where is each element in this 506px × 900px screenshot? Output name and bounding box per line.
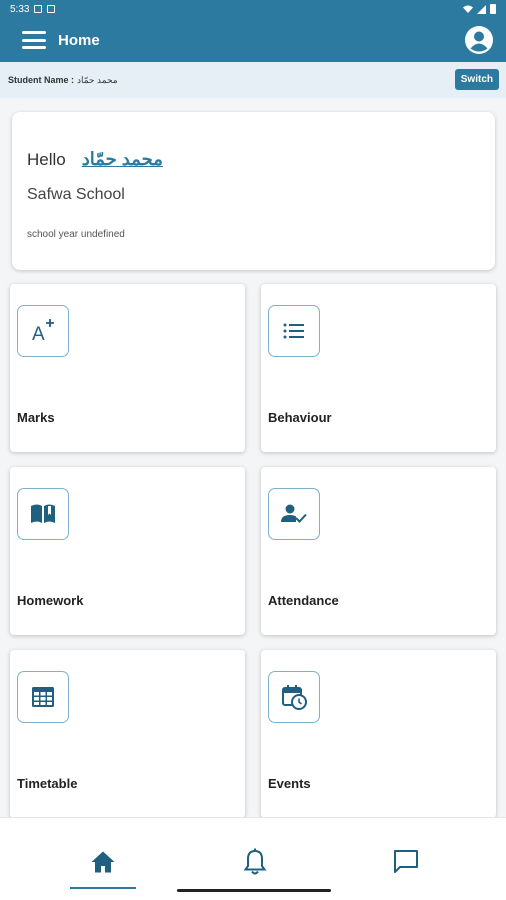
sd-card-icon xyxy=(34,5,43,13)
tile-marks[interactable]: A Marks xyxy=(10,284,245,452)
tile-label: Timetable xyxy=(17,776,78,791)
tile-behaviour[interactable]: Behaviour xyxy=(261,284,496,452)
status-time: 5:33 xyxy=(10,3,30,15)
tile-label: Attendance xyxy=(268,593,339,608)
bell-icon[interactable] xyxy=(235,842,275,882)
tile-label: Homework xyxy=(17,593,84,608)
hello-text: Hello xyxy=(27,150,66,169)
school-name: Safwa School xyxy=(27,186,125,203)
menu-icon[interactable] xyxy=(22,31,46,49)
book-icon xyxy=(17,488,69,540)
tile-homework[interactable]: Homework xyxy=(10,467,245,635)
account-circle-icon[interactable] xyxy=(464,25,494,55)
school-year: school year undefined xyxy=(27,229,125,240)
student-name-value: محمد حمّاد xyxy=(77,74,118,85)
signal-icon xyxy=(477,4,486,14)
chat-icon[interactable] xyxy=(386,842,426,882)
student-name-label: Student Name : xyxy=(8,75,75,85)
switch-button[interactable]: Switch xyxy=(454,68,499,90)
tile-label: Events xyxy=(268,776,311,791)
gesture-bar xyxy=(177,889,331,892)
list-icon xyxy=(268,305,320,357)
page-title: Home xyxy=(58,31,100,49)
student-name: محمد حمّاد xyxy=(81,149,163,169)
table-icon xyxy=(17,671,69,723)
person-check-icon xyxy=(268,488,320,540)
notification-icon xyxy=(47,5,56,13)
active-tab-indicator xyxy=(70,887,136,889)
grade-plus-icon: A xyxy=(17,305,69,357)
tile-attendance[interactable]: Attendance xyxy=(261,467,496,635)
home-icon[interactable] xyxy=(83,842,123,882)
tile-label: Behaviour xyxy=(268,410,332,425)
battery-icon xyxy=(490,4,496,14)
calendar-clock-icon xyxy=(268,671,320,723)
wifi-icon xyxy=(463,5,473,13)
tile-label: Marks xyxy=(17,410,55,425)
status-bar: 5:33 xyxy=(0,0,506,18)
student-bar: Student Name : محمد حمّاد Switch xyxy=(0,62,506,98)
greeting-card: Hello محمد حمّاد Safwa School school yea… xyxy=(12,112,495,270)
tile-events[interactable]: Events xyxy=(261,650,496,818)
app-bar: Home xyxy=(0,18,506,62)
tile-timetable[interactable]: Timetable xyxy=(10,650,245,818)
bottom-nav xyxy=(0,817,506,900)
svg-text:A: A xyxy=(32,324,45,345)
